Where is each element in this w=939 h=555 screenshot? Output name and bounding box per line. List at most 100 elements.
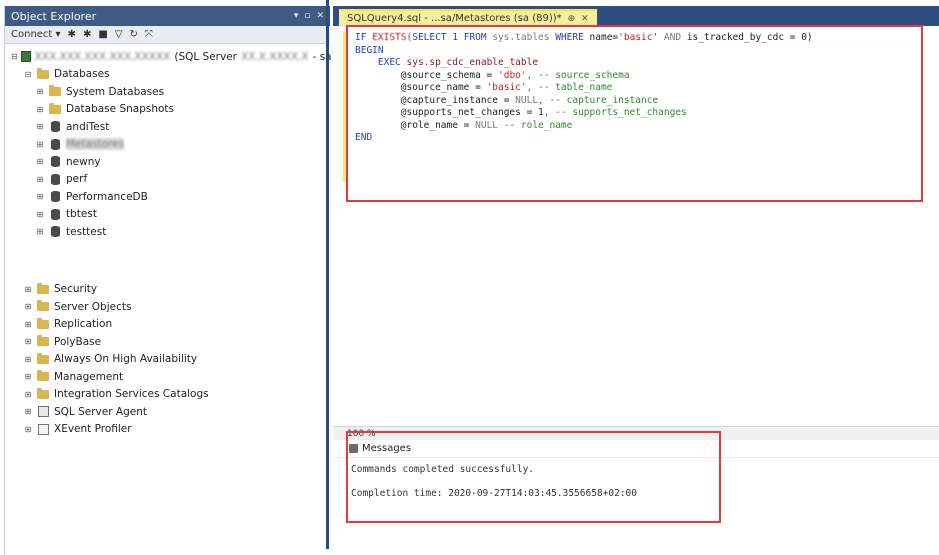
object-explorer-panel: Object Explorer ▾ ▫ ✕ Connect ▾ ✱ ✱ ■ ▽ … [4, 6, 336, 555]
tree-node[interactable]: ⊞ PolyBase [5, 333, 330, 351]
tree-node-server[interactable]: ⊟ XXX.XXX.XXX.XXX,XXXXX (SQL Server XX.X… [5, 48, 336, 66]
folder-icon [36, 387, 50, 400]
tree-node-label: perf [66, 173, 88, 186]
database-icon [48, 173, 62, 185]
code-line: @capture_instance = NULL, -- capture_ins… [400, 94, 659, 106]
folder-icon [36, 300, 50, 313]
change-tracking-gutter [343, 32, 346, 182]
collapse-arrow-icon[interactable]: ⊟ [23, 70, 33, 79]
tree-node[interactable]: ⊞ Integration Services Catalogs [5, 386, 330, 404]
zoom-level[interactable]: 100 % [347, 429, 376, 439]
expand-arrow-icon[interactable]: ⊞ [23, 372, 33, 381]
expand-arrow-icon[interactable]: ⊞ [23, 337, 33, 346]
folder-icon [36, 282, 50, 295]
server-version: XX.X.XXXX.X [241, 50, 309, 63]
folder-icon [48, 85, 62, 98]
code-line: @role_name = NULL -- role_name [400, 119, 573, 131]
expand-arrow-icon[interactable]: ⊞ [35, 157, 45, 166]
disconnect-icon[interactable]: ✱ [83, 29, 91, 40]
tree-node-databases[interactable]: ⊟ Databases [5, 66, 330, 84]
expand-arrow-icon[interactable]: ⊞ [23, 355, 33, 364]
tree-node[interactable]: ⊞ Management [5, 368, 330, 386]
tree-node[interactable]: ⊞ Metastores [5, 136, 330, 154]
messages-icon [349, 444, 358, 453]
server-suffix: (SQL Server [174, 50, 237, 63]
folder-icon [36, 370, 50, 383]
tree-node-label: Always On High Availability [54, 353, 198, 366]
code-line: @source_schema = 'dbo', -- source_schema [400, 69, 630, 81]
expand-arrow-icon[interactable]: ⊞ [35, 122, 45, 131]
tree-node[interactable]: ⊞ System Databases [5, 83, 330, 101]
connect-button[interactable]: Connect ▾ [11, 29, 61, 40]
folder-icon [36, 317, 50, 330]
message-line: Commands completed successfully. [351, 464, 535, 475]
tree-node[interactable]: ⊞ Replication [5, 316, 330, 334]
dropdown-icon[interactable]: ▾ [294, 11, 299, 21]
connect-object-icon[interactable]: ✱ [68, 29, 76, 40]
tree-node[interactable]: ⊞ tbtest [5, 206, 330, 224]
tree-node[interactable]: ⊞ andiTest [5, 118, 330, 136]
expand-arrow-icon[interactable]: ⊞ [35, 87, 45, 96]
folder-icon [36, 67, 50, 80]
results-pane: 100 % Messages Commands completed succes… [333, 426, 939, 555]
collapse-icon[interactable]: ⤧ [145, 29, 153, 40]
stop-icon[interactable]: ■ [98, 29, 107, 40]
code-line: @supports_net_changes = 1, -- supports_n… [400, 107, 687, 118]
expand-arrow-icon[interactable]: ⊞ [23, 285, 33, 294]
tab-query[interactable]: SQLQuery4.sql - ...sa/Metastores (sa (89… [339, 9, 597, 26]
pin-icon[interactable]: ▫ [304, 11, 310, 21]
expand-arrow-icon[interactable]: ⊞ [35, 210, 45, 219]
tree-node-label: Metastores [66, 138, 125, 151]
tree-node-label: Security [54, 283, 98, 296]
tree-node-label: Replication [54, 318, 113, 331]
tree-node[interactable]: ⊞ Always On High Availability [5, 351, 330, 369]
tree-node[interactable]: ⊞ testtest [5, 223, 330, 241]
tree-node[interactable]: ⊞ Server Objects [5, 298, 330, 316]
expand-arrow-icon[interactable]: ⊞ [35, 105, 45, 114]
tree-node[interactable]: ⊞ Database Snapshots [5, 101, 330, 119]
tree-node[interactable]: ⊞ XEvent Profiler [5, 421, 330, 439]
database-icon [48, 156, 62, 168]
tree-node[interactable]: ⊞ perf [5, 171, 330, 189]
expand-arrow-icon[interactable]: ⊞ [23, 320, 33, 329]
code-line: EXEC sys.sp_cdc_enable_table [377, 57, 539, 68]
query-editor: SQLQuery4.sql - ...sa/Metastores (sa (89… [333, 6, 939, 426]
expand-arrow-icon[interactable]: ⊞ [23, 425, 33, 434]
tree-node[interactable]: ⊞ PerformanceDB [5, 188, 330, 206]
filter-icon[interactable]: ▽ [115, 29, 123, 40]
code-line: @source_name = 'basic', -- table_name [400, 82, 613, 93]
pin-icon[interactable]: ⊕ [568, 14, 576, 24]
expand-arrow-icon[interactable]: ⊞ [23, 407, 33, 416]
folder-icon [48, 102, 62, 115]
folder-icon [36, 335, 50, 348]
code-line: IF EXISTS(SELECT 1 FROM sys.tables WHERE… [355, 32, 813, 43]
close-icon[interactable]: ✕ [316, 11, 324, 21]
messages-tab-label: Messages [362, 443, 412, 454]
database-children: ⊞ System Databases ⊞ Database Snapshots ⊞ and… [5, 83, 330, 241]
expand-arrow-icon[interactable]: ⊞ [35, 175, 45, 184]
close-icon[interactable]: ✕ [581, 14, 589, 24]
expand-arrow-icon[interactable]: ⊞ [23, 390, 33, 399]
tree-node-label: newny [66, 155, 101, 168]
panel-splitter[interactable] [326, 0, 329, 549]
tree-node[interactable]: ⊞ newny [5, 153, 330, 171]
tree-node-label: Server Objects [54, 300, 132, 313]
expand-arrow-icon[interactable]: ⊞ [23, 302, 33, 311]
server-name: XXX.XXX.XXX.XXX,XXXXX [34, 50, 171, 63]
tree-node[interactable]: ⊞ Security [5, 281, 330, 299]
tree-node-label: Management [54, 370, 124, 383]
code-area[interactable]: IF EXISTS(SELECT 1 FROM sys.tables WHERE… [355, 32, 925, 145]
tab-label: SQLQuery4.sql - ...sa/Metastores (sa (89… [347, 13, 562, 24]
refresh-icon[interactable]: ↻ [129, 29, 137, 40]
messages-output: Commands completed successfully. Complet… [333, 458, 939, 500]
object-explorer-titlebar: Object Explorer ▾ ▫ ✕ [5, 6, 330, 26]
expand-arrow-icon[interactable]: ⊞ [35, 192, 45, 201]
expand-arrow-icon[interactable]: ⊞ [35, 227, 45, 236]
expand-arrow-icon[interactable]: ⊞ [35, 140, 45, 149]
tree-node[interactable]: ⊞ SQL Server Agent [5, 403, 330, 421]
database-icon [48, 208, 62, 220]
tab-messages[interactable]: Messages [333, 440, 939, 458]
database-icon [48, 191, 62, 203]
object-explorer-tree: ⊟ XXX.XXX.XXX.XXX,XXXXX (SQL Server XX.X… [5, 44, 336, 439]
collapse-arrow-icon[interactable]: ⊟ [11, 52, 18, 61]
